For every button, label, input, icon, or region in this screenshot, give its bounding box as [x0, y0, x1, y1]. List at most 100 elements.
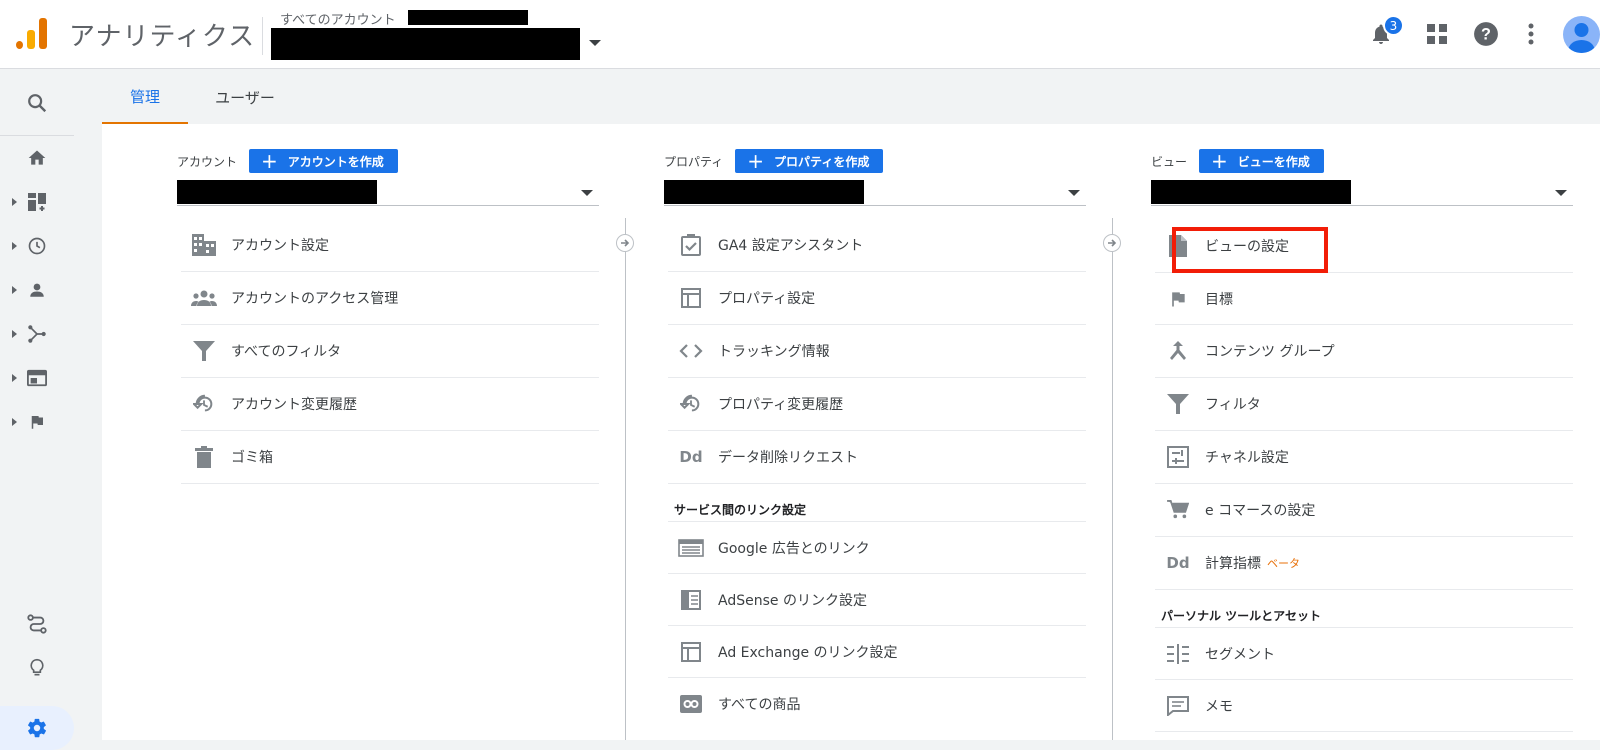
list-item-label: プロパティ設定	[718, 291, 816, 307]
list-item-label: アカウント変更履歴	[231, 397, 357, 413]
create-view-label: ビューを作成	[1237, 154, 1310, 169]
list-item-label: プロパティ変更履歴	[718, 397, 844, 413]
web-window-icon	[27, 369, 47, 387]
view-column: ビュー + ビューを作成 ビューの設定 目標 コンテンツ グループ フィルタ チ…	[1151, 124, 1581, 740]
list-item-ad-exchange[interactable]: Ad Exchange のリンク設定	[668, 626, 1086, 678]
list-item-label: e コマースの設定	[1205, 503, 1316, 519]
chevron-down-icon[interactable]	[589, 40, 601, 46]
list-item-segments[interactable]: セグメント	[1155, 628, 1573, 680]
flag-icon	[1155, 288, 1201, 310]
property-header: プロパティ + プロパティを作成	[664, 148, 884, 174]
list-item-calculated-metrics[interactable]: Dd 計算指標 ベータ	[1155, 537, 1573, 590]
list-item-filters[interactable]: フィルタ	[1155, 378, 1573, 431]
list-item-ecommerce-settings[interactable]: e コマースの設定	[1155, 484, 1573, 537]
property-column: プロパティ + プロパティを作成 GA4 設定アシスタント プロパティ設定 トラ…	[664, 124, 1094, 740]
property-selector[interactable]	[664, 180, 1086, 206]
list-item-label: ゴミ箱	[231, 450, 273, 466]
flag-icon	[31, 416, 43, 429]
clock-icon	[28, 237, 46, 255]
tab-admin[interactable]: 管理	[102, 70, 188, 124]
lightbulb-icon[interactable]	[0, 648, 74, 688]
gear-icon[interactable]	[0, 708, 74, 748]
more-vert-icon[interactable]	[1515, 18, 1547, 50]
sidebar-item-customization[interactable]	[0, 182, 74, 222]
attribution-icon[interactable]	[0, 604, 74, 644]
list-item-ga4-setup[interactable]: GA4 設定アシスタント	[668, 219, 1086, 272]
cart-icon	[1155, 500, 1201, 520]
list-item-channel-settings[interactable]: チャネル設定	[1155, 431, 1573, 484]
tab-bar: 管理 ユーザー	[102, 70, 1600, 124]
account-selector[interactable]	[271, 28, 580, 60]
list-item-google-ads[interactable]: Google 広告とのリンク	[668, 522, 1086, 574]
list-item-all-filters[interactable]: すべてのフィルタ	[181, 325, 599, 378]
sidebar-item-realtime[interactable]	[0, 226, 74, 266]
list-item-label: 計算指標	[1205, 556, 1261, 572]
layout-icon	[668, 288, 714, 308]
people-icon	[181, 290, 227, 306]
chevron-down-icon[interactable]	[581, 190, 593, 196]
sidebar-item-audience[interactable]	[0, 270, 74, 310]
account-column: アカウント + アカウントを作成 アカウント設定 アカウントのアクセス管理 すべ…	[177, 124, 607, 740]
avatar[interactable]	[1563, 16, 1600, 53]
help-icon[interactable]: ?	[1470, 18, 1502, 50]
create-view-button[interactable]: + ビューを作成	[1199, 149, 1324, 173]
analytics-logo-icon[interactable]	[16, 17, 48, 49]
divider	[0, 135, 74, 136]
section-title: パーソナル ツールとアセット	[1155, 602, 1573, 628]
tab-user[interactable]: ユーザー	[188, 70, 302, 124]
dashboard-add-icon	[28, 193, 46, 211]
list-item-account-access[interactable]: アカウントのアクセス管理	[181, 272, 599, 325]
chevron-down-icon[interactable]	[1068, 190, 1080, 196]
chevron-down-icon[interactable]	[1555, 190, 1567, 196]
building-icon	[181, 234, 227, 256]
create-property-button[interactable]: + プロパティを作成	[735, 149, 884, 173]
view-menu: ビューの設定 目標 コンテンツ グループ フィルタ チャネル設定 e コマースの…	[1155, 219, 1573, 732]
search-icon[interactable]	[0, 83, 74, 123]
list-item-content-grouping[interactable]: コンテンツ グループ	[1155, 325, 1573, 378]
home-icon[interactable]	[0, 138, 74, 178]
arrow-right-icon	[1103, 234, 1121, 252]
list-item-tracking-info[interactable]: トラッキング情報	[668, 325, 1086, 378]
adsense-icon	[668, 589, 714, 610]
acquisition-icon	[28, 325, 46, 343]
list-item-annotations[interactable]: メモ	[1155, 680, 1573, 732]
link-icon	[668, 695, 714, 713]
person-icon	[30, 283, 44, 297]
column-divider	[1112, 218, 1113, 740]
list-item-property-settings[interactable]: プロパティ設定	[668, 272, 1086, 325]
redacted-property-name	[664, 180, 864, 204]
list-item-trash[interactable]: ゴミ箱	[181, 431, 599, 484]
beta-badge: ベータ	[1267, 557, 1300, 570]
create-account-button[interactable]: + アカウントを作成	[249, 149, 398, 173]
sidebar-item-behavior[interactable]	[0, 358, 74, 398]
list-item-label: データ削除リクエスト	[718, 450, 858, 466]
sidebar-item-conversions[interactable]	[0, 402, 74, 442]
layout-icon	[668, 641, 714, 662]
list-item-label: メモ	[1205, 698, 1233, 715]
create-account-label: アカウントを作成	[287, 154, 384, 169]
view-selector[interactable]	[1151, 180, 1573, 206]
list-item-adsense[interactable]: AdSense のリンク設定	[668, 574, 1086, 626]
list-item-all-products[interactable]: すべての商品	[668, 678, 1086, 730]
account-breadcrumb[interactable]: すべてのアカウント	[280, 9, 396, 28]
list-item-account-history[interactable]: アカウント変更履歴	[181, 378, 599, 431]
list-item-property-history[interactable]: プロパティ変更履歴	[668, 378, 1086, 431]
notification-count-badge: 3	[1383, 15, 1404, 36]
redacted-account-name	[177, 180, 377, 204]
list-item-data-deletion[interactable]: Dd データ削除リクエスト	[668, 431, 1086, 484]
list-item-label: セグメント	[1205, 646, 1275, 663]
list-item-account-settings[interactable]: アカウント設定	[181, 219, 599, 272]
filter-icon	[181, 341, 227, 361]
account-selector[interactable]	[177, 180, 599, 206]
list-item-label: すべての商品	[718, 697, 801, 713]
history-icon	[181, 393, 227, 415]
list-item-label: コンテンツ グループ	[1205, 344, 1335, 360]
sidebar-item-acquisition[interactable]	[0, 314, 74, 354]
apps-grid-icon[interactable]	[1421, 18, 1453, 50]
app-title: アナリティクス	[69, 22, 256, 52]
list-item-label: すべてのフィルタ	[231, 344, 342, 360]
highlight-box	[1172, 227, 1328, 273]
dd-icon-text: Dd	[1166, 554, 1190, 572]
trash-icon	[181, 446, 227, 468]
list-item-goals[interactable]: 目標	[1155, 272, 1573, 325]
